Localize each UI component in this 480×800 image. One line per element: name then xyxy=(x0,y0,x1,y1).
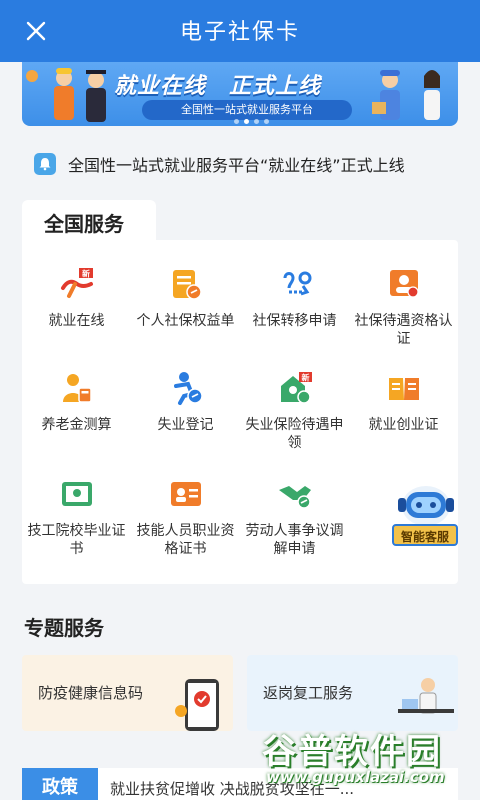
phone-heart-illustration xyxy=(175,679,219,731)
customer-service-label: 智能客服 xyxy=(392,524,458,546)
service-labor-mediation[interactable]: 劳动人事争议调解申请 xyxy=(240,476,349,558)
service-label: 社保转移申请 xyxy=(252,313,337,329)
topic-services-title: 专题服务 xyxy=(24,616,104,640)
topic-label: 返岗复工服务 xyxy=(263,684,354,702)
service-label: 失业保险待遇申领 xyxy=(245,417,344,451)
service-label: 就业创业证 xyxy=(368,417,439,433)
service-label: 就业在线 xyxy=(48,313,105,329)
watermark-url: www.gupuxlazai.com xyxy=(266,768,445,786)
banner-pagination xyxy=(234,119,269,124)
pension-calculator-icon xyxy=(62,374,92,403)
promo-banner[interactable]: 就业在线 正式上线 全国性一站式就业服务平台 xyxy=(22,62,458,126)
service-label: 劳动人事争议调解申请 xyxy=(245,523,344,557)
employment-book-icon xyxy=(388,378,419,400)
service-transfer[interactable]: 社保转移申请 xyxy=(240,266,349,330)
jiuye-online-icon: 新 xyxy=(60,268,93,298)
office-worker-illustration xyxy=(398,678,454,714)
smart-customer-service[interactable]: 智能客服 xyxy=(388,478,460,550)
page-title: 电子社保卡 xyxy=(179,20,300,45)
skill-certificate-icon xyxy=(170,482,201,506)
notice-bar[interactable]: 全国性一站式就业服务平台“就业在线”正式上线 xyxy=(34,150,454,178)
national-services-title: 全国服务 xyxy=(44,212,124,236)
banner-subtitle: 全国性一站式就业服务平台 xyxy=(142,100,352,120)
pagination-dot[interactable] xyxy=(264,119,269,124)
pagination-dot[interactable] xyxy=(254,119,259,124)
transfer-route-icon xyxy=(283,271,311,296)
svg-text:新: 新 xyxy=(82,269,90,279)
banner-illustration-right xyxy=(372,70,440,120)
service-label: 社保待遇资格认证 xyxy=(354,313,453,347)
unemployment-register-icon xyxy=(173,372,203,405)
service-qualification[interactable]: 社保待遇资格认证 xyxy=(349,266,458,348)
app-header: 电子社保卡 xyxy=(0,0,480,62)
service-employment-book[interactable]: 就业创业证 xyxy=(349,370,458,434)
service-rights-document[interactable]: 个人社保权益单 xyxy=(131,266,240,330)
service-skill-certificate[interactable]: 技能人员职业资格证书 xyxy=(131,476,240,558)
pagination-dot-active[interactable] xyxy=(244,119,249,124)
service-label: 技工院校毕业证书 xyxy=(27,523,126,557)
service-unemployment-insurance[interactable]: 新 失业保险待遇申领 xyxy=(240,370,349,452)
site-watermark: 谷普软件园 www.gupuxlazai.com xyxy=(262,724,480,800)
service-label: 个人社保权益单 xyxy=(136,313,235,329)
service-label: 失业登记 xyxy=(157,417,214,433)
service-pension-calculator[interactable]: 养老金测算 xyxy=(22,370,131,434)
banner-headline: 就业在线 正式上线 xyxy=(114,74,322,99)
graduation-certificate-icon xyxy=(61,482,92,506)
topic-health-code[interactable]: 防疫健康信息码 xyxy=(22,655,233,731)
svg-text:新: 新 xyxy=(301,373,309,383)
service-label: 养老金测算 xyxy=(41,417,112,433)
topic-label: 防疫健康信息码 xyxy=(38,684,144,702)
rights-document-icon xyxy=(172,270,202,300)
qualification-cert-icon xyxy=(389,270,419,298)
national-services-tab: 全国服务 xyxy=(22,200,156,242)
service-graduation-certificate[interactable]: 技工院校毕业证书 xyxy=(22,476,131,558)
bell-icon xyxy=(34,153,56,175)
service-jiuye-online[interactable]: 新 就业在线 xyxy=(22,266,131,330)
service-unemployment-register[interactable]: 失业登记 xyxy=(131,370,240,434)
banner-illustration-left xyxy=(26,68,106,122)
service-label: 技能人员职业资格证书 xyxy=(136,523,235,557)
unemployment-insurance-icon: 新 xyxy=(280,372,312,404)
pagination-dot[interactable] xyxy=(234,119,239,124)
topic-return-to-work[interactable]: 返岗复工服务 xyxy=(247,655,458,731)
notice-text: 全国性一站式就业服务平台“就业在线”正式上线 xyxy=(68,156,405,175)
watermark-text: 谷普软件园 xyxy=(262,732,442,772)
handshake-mediation-icon xyxy=(278,486,311,509)
policy-tag: 政策 xyxy=(22,768,98,800)
